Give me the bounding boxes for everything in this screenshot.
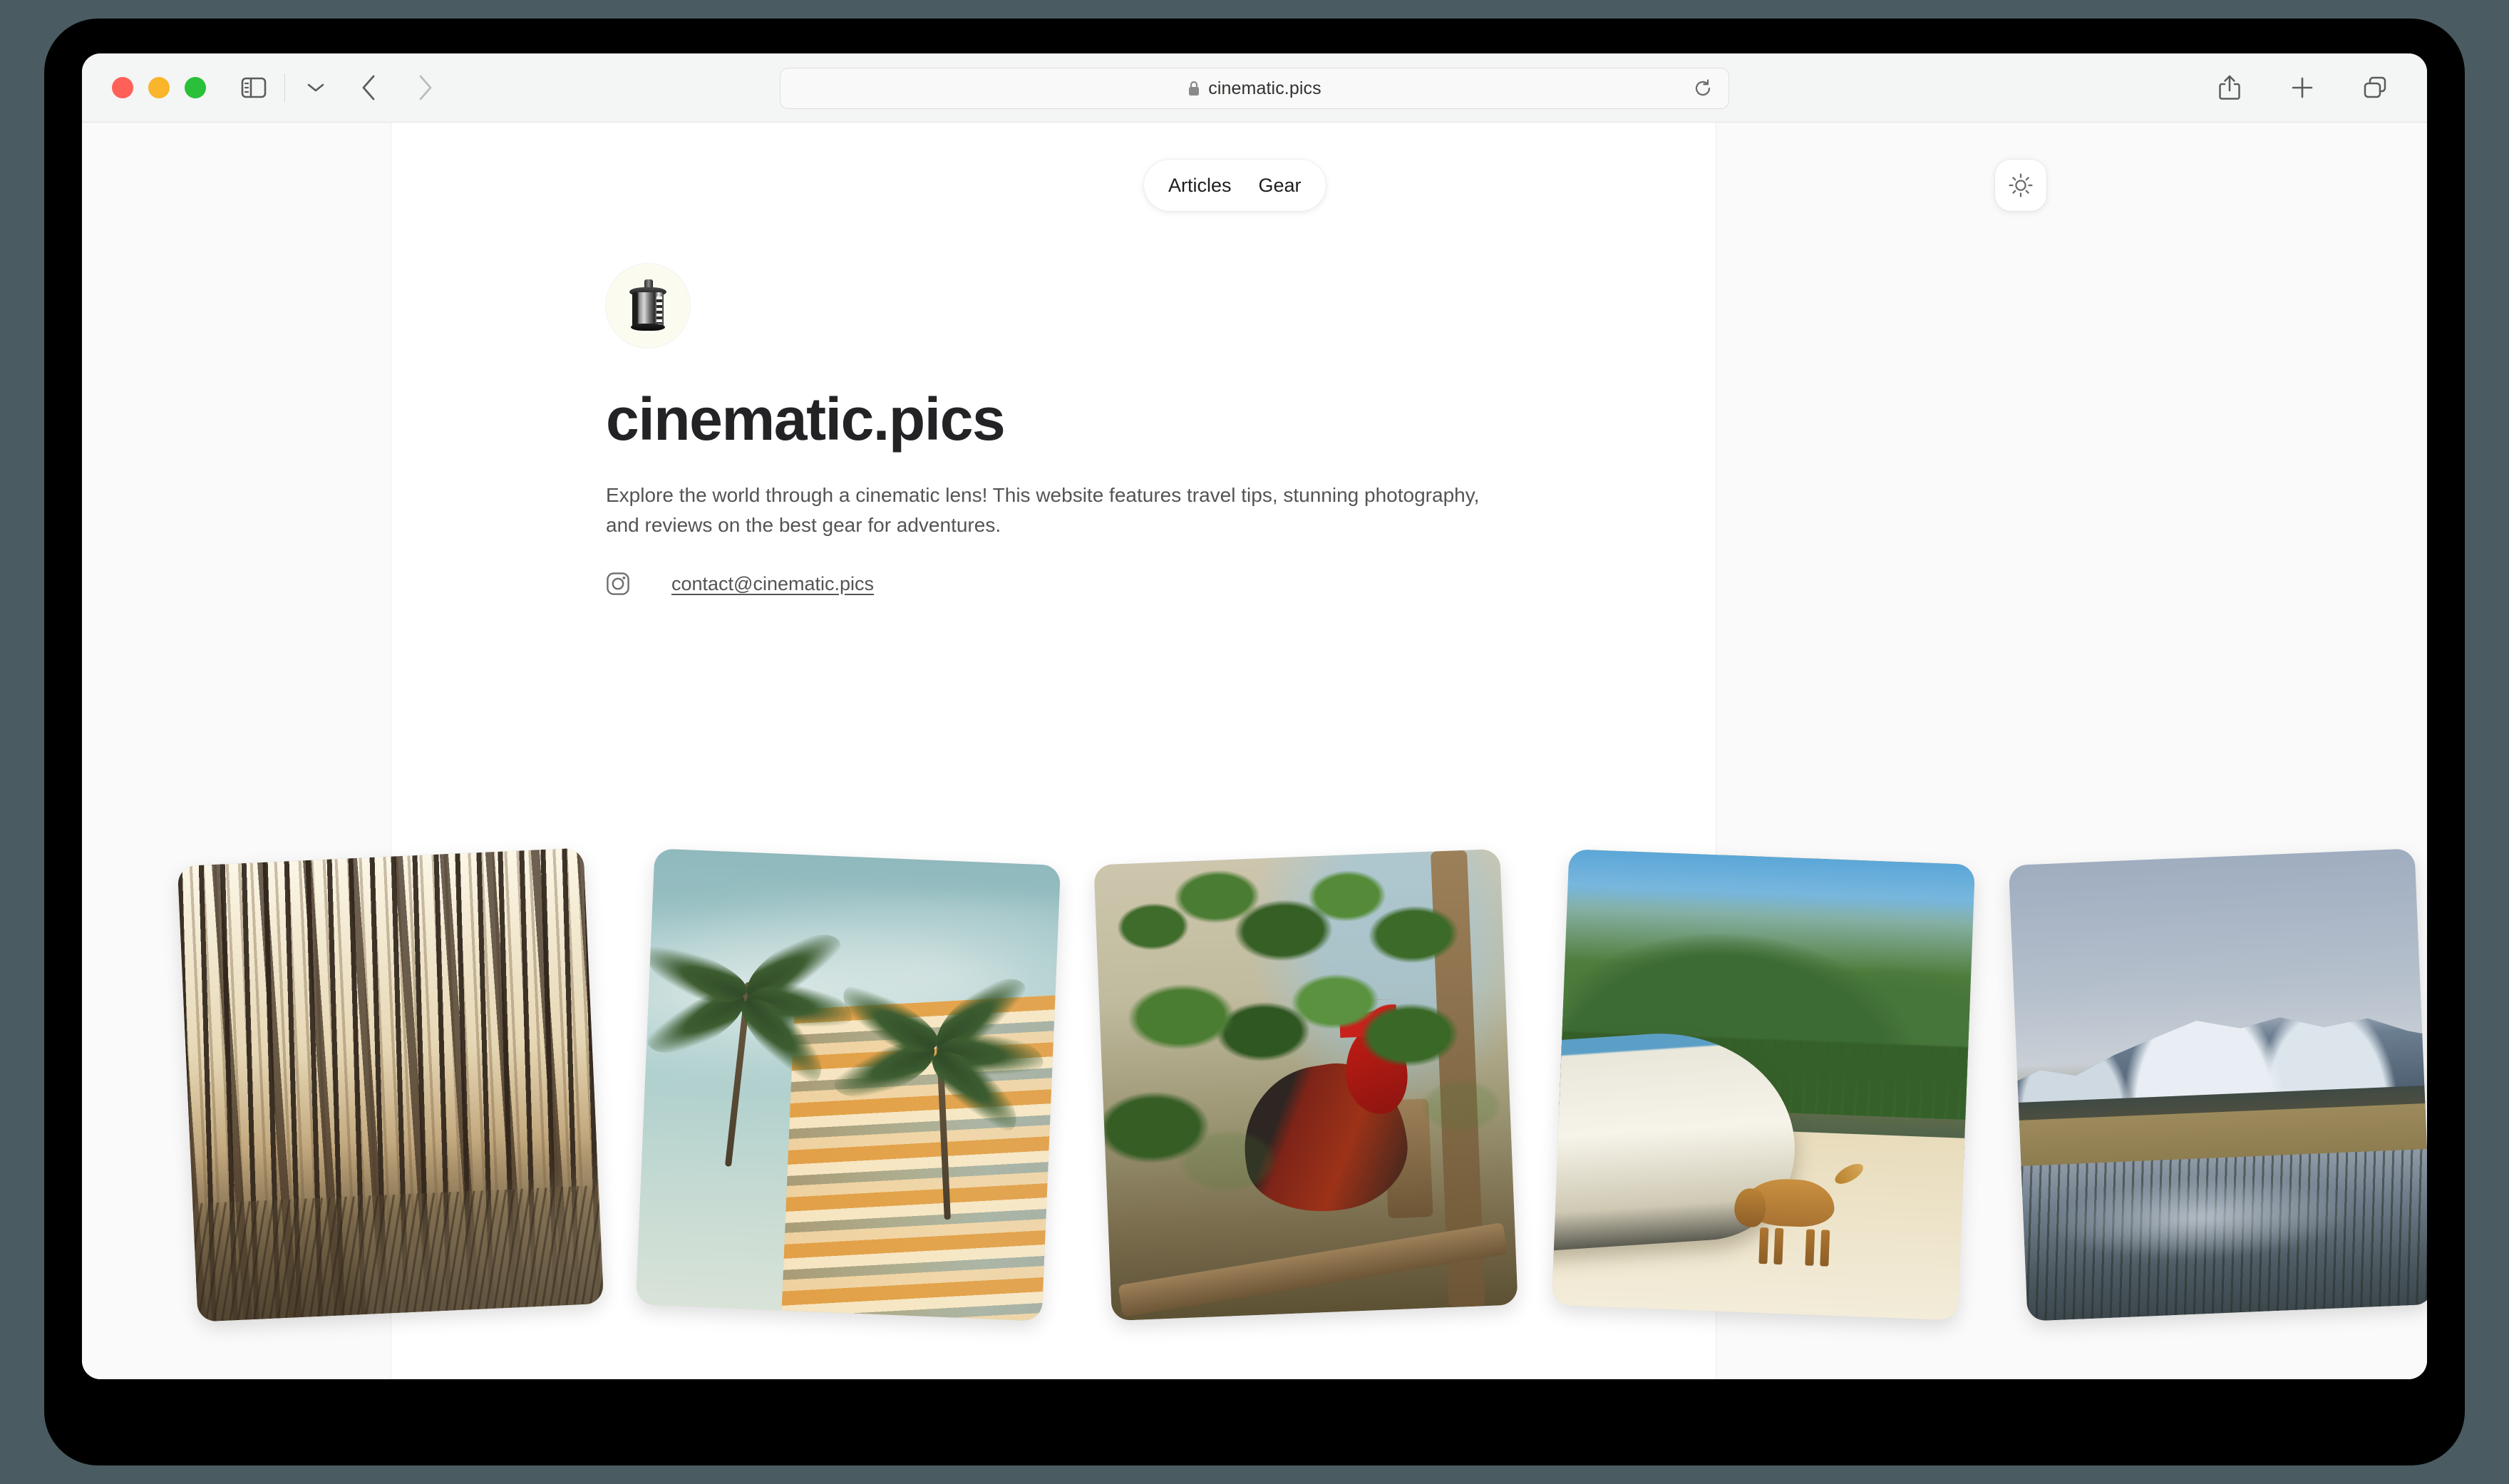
canister-perforations — [656, 297, 662, 324]
toolbar-right-actions — [2209, 67, 2396, 108]
instagram-link[interactable] — [606, 572, 630, 596]
tab-overview-icon — [2364, 76, 2386, 98]
lock-icon — [1189, 81, 1200, 96]
maximize-window-button[interactable] — [185, 77, 206, 98]
nav-link-articles[interactable]: Articles — [1168, 175, 1232, 197]
browser-toolbar: cinematic.pics — [82, 53, 2427, 123]
chevron-left-icon — [362, 75, 375, 101]
sidebar-dropdown-button[interactable] — [295, 67, 336, 108]
dog-head — [1733, 1187, 1767, 1227]
toolbar-divider — [284, 73, 285, 102]
film-canister-icon — [626, 278, 670, 334]
photo-rooster-image — [1093, 848, 1518, 1321]
avatar — [606, 264, 690, 348]
sidebar-controls — [233, 67, 336, 108]
water-reflection — [2046, 1170, 2359, 1266]
canister-bottom — [631, 324, 665, 331]
chevron-down-icon — [307, 83, 324, 92]
reload-button[interactable] — [1693, 78, 1713, 98]
photo-resort-image — [635, 848, 1061, 1321]
address-bar-url: cinematic.pics — [1208, 78, 1322, 98]
site-nav: Articles Gear — [1144, 160, 1326, 211]
desktop-background: cinematic.pics Articles Gear cinematic.p… — [0, 0, 2509, 1484]
back-button[interactable] — [348, 67, 389, 108]
gallery-photo-beach[interactable] — [1551, 849, 1976, 1321]
minimize-window-button[interactable] — [148, 77, 170, 98]
email-link[interactable]: contact@cinematic.pics — [671, 573, 874, 595]
gallery-photo-resort[interactable] — [635, 848, 1061, 1321]
photo-mountains-image — [2008, 848, 2427, 1321]
beach-dog — [1733, 1157, 1867, 1267]
address-bar[interactable]: cinematic.pics — [780, 68, 1729, 109]
photo-beach-image — [1551, 849, 1976, 1321]
photo-forest-image — [177, 847, 604, 1322]
safari-window: cinematic.pics Articles Gear cinematic.p… — [82, 53, 2427, 1379]
reload-icon — [1695, 79, 1711, 96]
sun-icon — [2009, 173, 2033, 197]
gallery-photo-mountains[interactable] — [2008, 848, 2427, 1321]
hero-section: cinematic.pics Explore the world through… — [606, 264, 1604, 596]
instagram-icon — [607, 572, 629, 595]
tab-overview-button[interactable] — [2354, 67, 2396, 108]
contact-row: contact@cinematic.pics — [606, 572, 1604, 596]
theme-toggle-button[interactable] — [1995, 160, 2046, 211]
gallery-photo-rooster[interactable] — [1093, 848, 1518, 1321]
forest-floor — [192, 1185, 604, 1322]
address-bar-content: cinematic.pics — [1187, 78, 1322, 99]
nav-link-gear[interactable]: Gear — [1259, 175, 1302, 197]
share-button[interactable] — [2209, 67, 2250, 108]
forward-button[interactable] — [405, 67, 446, 108]
share-icon — [2219, 75, 2240, 100]
window-controls — [112, 77, 206, 98]
foliage — [1093, 848, 1518, 1321]
sidebar-toggle-button[interactable] — [233, 67, 274, 108]
gallery-photo-forest[interactable] — [177, 847, 604, 1322]
web-page: Articles Gear cinematic.pics Explore the… — [82, 123, 2427, 1379]
page-description: Explore the world through a cinematic le… — [606, 484, 1480, 536]
page-title: cinematic.pics — [606, 386, 1006, 453]
new-tab-button[interactable] — [2282, 67, 2323, 108]
sidebar-icon — [241, 77, 267, 98]
navigation-controls — [348, 67, 446, 108]
photo-gallery — [82, 847, 2427, 1379]
close-window-button[interactable] — [112, 77, 133, 98]
plus-icon — [2292, 77, 2313, 98]
chevron-right-icon — [419, 75, 432, 101]
